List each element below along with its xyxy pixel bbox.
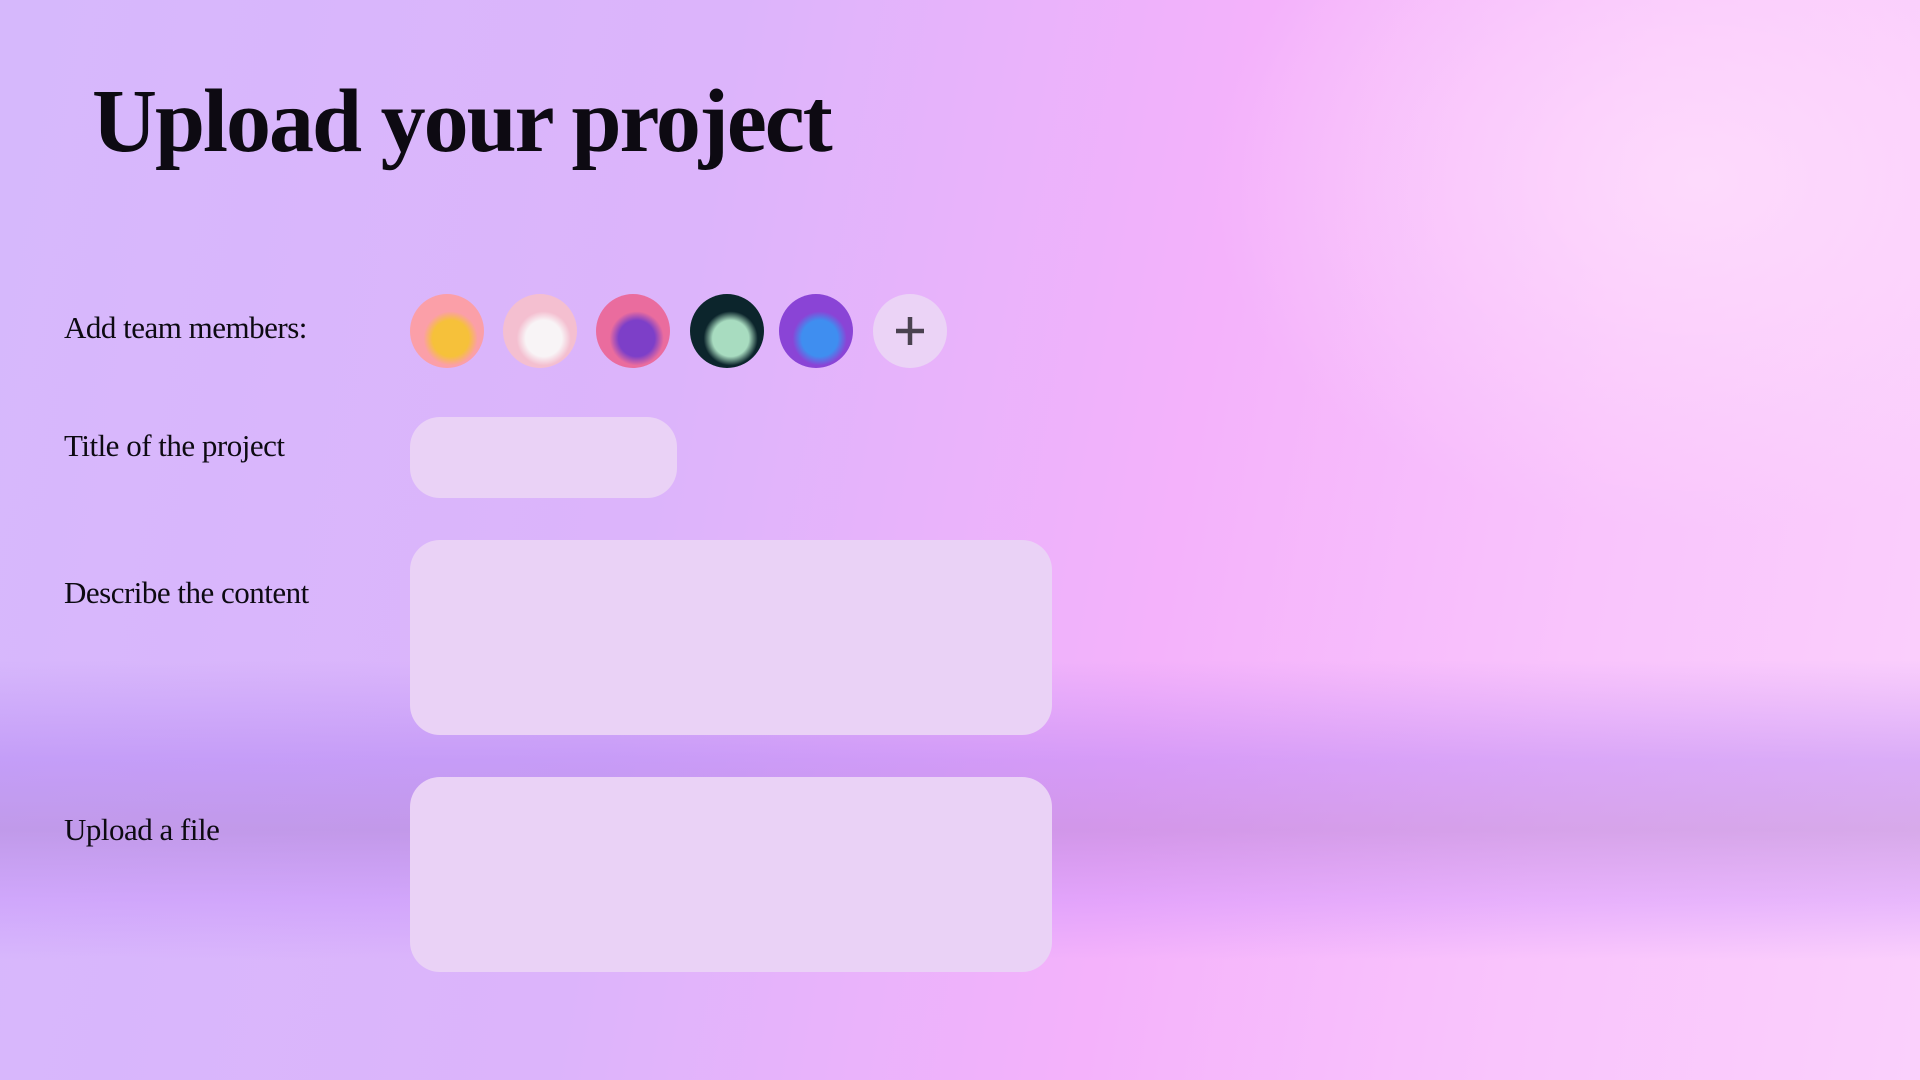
project-title-input[interactable] [410, 417, 677, 498]
description-label: Describe the content [64, 575, 309, 610]
purple-monster-avatar[interactable] [596, 294, 670, 368]
shiba-cat-avatar[interactable] [410, 294, 484, 368]
team-label: Add team members: [64, 310, 307, 345]
blue-owl-avatar[interactable] [779, 294, 853, 368]
upload-label: Upload a file [64, 812, 220, 847]
upload-file-dropzone[interactable] [410, 777, 1052, 972]
star-unicorn-avatar[interactable] [503, 294, 577, 368]
project-title-label: Title of the project [64, 428, 285, 463]
page-title: Upload your project [92, 72, 833, 171]
description-textarea[interactable] [410, 540, 1052, 735]
add-member-button[interactable] [873, 294, 947, 368]
ghost-avatar[interactable] [690, 294, 764, 368]
plus-icon [896, 317, 924, 345]
